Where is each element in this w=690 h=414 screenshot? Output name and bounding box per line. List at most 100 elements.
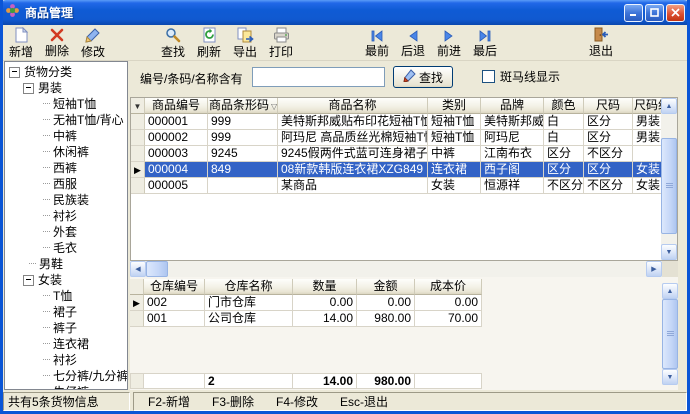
nav-last-icon	[478, 27, 492, 42]
delete-x-icon	[50, 27, 64, 42]
scroll-down-icon[interactable]: ▼	[661, 244, 677, 260]
printer-icon	[273, 27, 290, 43]
search-row: 编号/条码/名称含有 查找 斑马线显示	[130, 65, 678, 89]
delete-button[interactable]: 删除	[39, 27, 75, 59]
shortcut-f2-new: F2-新增	[148, 393, 190, 410]
scroll-thumb[interactable]	[662, 299, 678, 369]
col-header-brand[interactable]: 品牌	[481, 98, 544, 114]
close-button[interactable]	[666, 4, 685, 22]
print-button[interactable]: 打印	[263, 27, 299, 59]
tree-item[interactable]: 休闲裤	[5, 144, 127, 160]
col-header-product-name[interactable]: 商品名称	[278, 98, 428, 114]
zebra-option: 斑马线显示	[482, 68, 560, 85]
col-header-size-group[interactable]: 尺码组	[633, 98, 661, 114]
stock-summary-row: 2 14.00 980.00	[130, 373, 482, 389]
col-header-barcode[interactable]: 商品条形码▽	[208, 98, 278, 114]
tree-collapse-icon[interactable]	[23, 83, 34, 94]
col-header-size[interactable]: 尺码	[584, 98, 633, 114]
tree-item[interactable]: 七分裤/九分裤	[5, 368, 127, 384]
dropdown-arrow-icon: ▼	[134, 102, 142, 111]
nav-forward-icon	[443, 27, 455, 42]
sort-icon: ▽	[271, 102, 277, 111]
col-header-warehouse-id[interactable]: 仓库编号	[144, 279, 205, 295]
scroll-thumb[interactable]	[661, 138, 677, 234]
tree-item[interactable]: 衬衫	[5, 352, 127, 368]
stock-row[interactable]: 001 公司仓库 14.00 980.00 70.00	[130, 311, 483, 327]
export-pages-icon	[237, 27, 254, 43]
scrollbar-corner	[662, 261, 678, 277]
col-header-cost-price[interactable]: 成本价	[415, 279, 482, 295]
tree-item-root[interactable]: 货物分类	[5, 64, 127, 80]
tree-item[interactable]: 中裤	[5, 128, 127, 144]
scroll-up-icon[interactable]: ▲	[662, 283, 678, 299]
col-header-category[interactable]: 类别	[428, 98, 481, 114]
minimize-button[interactable]	[624, 4, 643, 22]
stock-vertical-scrollbar: ▲ ▼	[662, 283, 678, 385]
search-input[interactable]	[252, 67, 385, 87]
zebra-label: 斑马线显示	[500, 68, 560, 85]
nav-forward-button[interactable]: 前进	[431, 27, 467, 59]
scroll-down-icon[interactable]: ▼	[662, 369, 678, 385]
product-row[interactable]: 000002 999 阿玛尼 高品质丝光棉短袖T恤 短袖T恤 阿玛尼 白 区分 …	[131, 130, 661, 146]
zebra-checkbox[interactable]	[482, 70, 495, 83]
tree-item[interactable]: 裙子	[5, 304, 127, 320]
col-header-amount[interactable]: 金额	[357, 279, 415, 295]
find-button[interactable]: 查找	[155, 27, 191, 59]
tree-item-mens-shoes[interactable]: 男鞋	[5, 256, 127, 272]
current-row-indicator-icon: ▶	[133, 298, 140, 308]
tree-item[interactable]: 衬衫	[5, 208, 127, 224]
export-button[interactable]: 导出	[227, 27, 263, 59]
status-shortcuts: F2-新增 F3-删除 F4-修改 Esc-退出	[133, 392, 687, 411]
tree-item-womenswear[interactable]: 女装	[5, 272, 127, 288]
refresh-button[interactable]: 刷新	[191, 27, 227, 59]
refresh-icon	[202, 27, 217, 43]
product-row-selected[interactable]: ▶ 000004 849 08新款韩版连衣裙XZG849 连衣裙 西子阁 区分 …	[131, 162, 661, 178]
tree-item[interactable]: 毛衣	[5, 240, 127, 256]
col-header-warehouse-name[interactable]: 仓库名称	[205, 279, 293, 295]
magnifier-icon	[165, 27, 181, 43]
pencil-icon	[85, 27, 101, 43]
shortcut-f3-delete: F3-删除	[212, 393, 254, 410]
scroll-up-icon[interactable]: ▲	[661, 98, 677, 114]
nav-last-button[interactable]: 最后	[467, 27, 503, 59]
search-find-button[interactable]: 查找	[393, 66, 453, 88]
product-row[interactable]: 000001 999 美特斯邦威贴布印花短袖T恤 短袖T恤 美特斯邦威 白 区分…	[131, 114, 661, 130]
scroll-thumb[interactable]	[146, 261, 168, 277]
products-vertical-scrollbar: ▲ ▼	[661, 98, 677, 260]
edit-button[interactable]: 修改	[75, 27, 111, 59]
status-bar: 共有5条货物信息 F2-新增 F3-删除 F4-修改 Esc-退出	[3, 390, 687, 411]
product-row[interactable]: 000003 9245 9245假两件式蓝可连身裙子 中裤 江南布衣 区分 不区…	[131, 146, 661, 162]
products-horizontal-scrollbar: ◀ ▶	[130, 261, 678, 277]
tree-collapse-icon[interactable]	[23, 275, 34, 286]
new-button[interactable]: 新增	[3, 27, 39, 59]
tree-item[interactable]: 短袖T恤	[5, 96, 127, 112]
nav-first-button[interactable]: 最前	[359, 27, 395, 59]
col-header-product-id[interactable]: 商品编号	[145, 98, 208, 114]
tree-item[interactable]: T恤	[5, 288, 127, 304]
nav-back-button[interactable]: 后退	[395, 27, 431, 59]
col-header-color[interactable]: 颜色	[544, 98, 584, 114]
grid-options-cell[interactable]: ▼	[131, 98, 145, 114]
stock-header-row: 仓库编号 仓库名称 数量 金额 成本价	[130, 279, 483, 295]
new-document-icon	[14, 27, 29, 43]
tree-item[interactable]: 连衣裙	[5, 336, 127, 352]
tree-collapse-icon[interactable]	[9, 67, 20, 78]
tree-item[interactable]: 西服	[5, 176, 127, 192]
app-flower-icon	[5, 3, 20, 23]
tree-item[interactable]: 无袖T恤/背心	[5, 112, 127, 128]
scroll-right-icon[interactable]: ▶	[646, 261, 662, 277]
col-header-quantity[interactable]: 数量	[293, 279, 357, 295]
tree-item[interactable]: 外套	[5, 224, 127, 240]
scroll-left-icon[interactable]: ◀	[130, 261, 146, 277]
tree-item[interactable]: 裤子	[5, 320, 127, 336]
maximize-button[interactable]	[645, 4, 664, 22]
status-record-count: 共有5条货物信息	[3, 392, 130, 411]
exit-button[interactable]: 退出	[583, 27, 619, 59]
tree-item[interactable]: 民族装	[5, 192, 127, 208]
tree-item-menswear[interactable]: 男装	[5, 80, 127, 96]
tree-item[interactable]: 西裤	[5, 160, 127, 176]
titlebar: 商品管理	[0, 0, 690, 25]
shortcut-esc-exit: Esc-退出	[340, 393, 388, 410]
stock-row[interactable]: ▶ 002 门市仓库 0.00 0.00 0.00	[130, 295, 483, 311]
product-row[interactable]: 000005 某商品 女装 恒源祥 不区分 不区分 女装	[131, 178, 661, 194]
